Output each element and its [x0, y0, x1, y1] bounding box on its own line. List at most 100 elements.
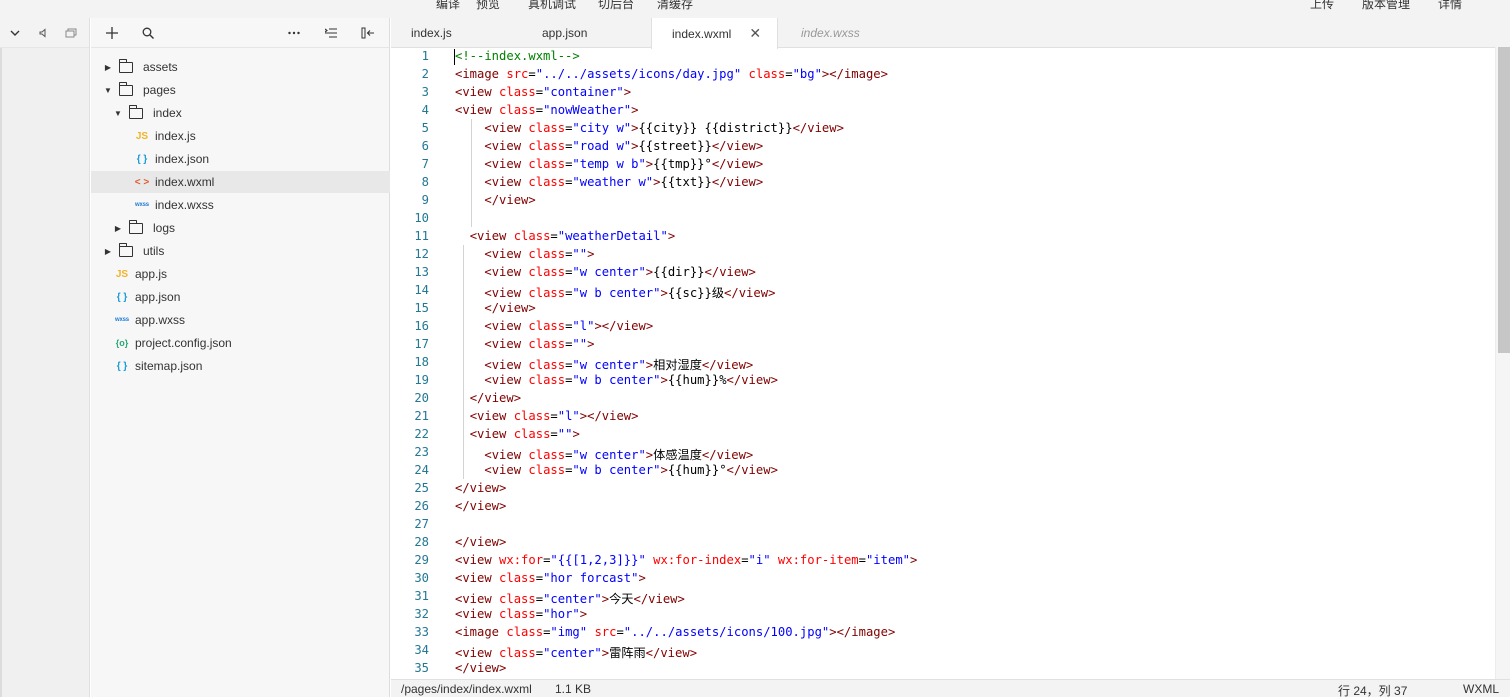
tree-item[interactable]: { } sitemap.json: [91, 355, 390, 377]
tree-item[interactable]: JS app.js: [91, 263, 390, 285]
tree-item[interactable]: ▶ logs: [91, 217, 390, 239]
code-line[interactable]: </view>: [455, 391, 521, 405]
line-number: 9: [421, 193, 429, 207]
simulator-divider: [0, 48, 2, 697]
line-number: 2: [421, 67, 429, 81]
line-number: 11: [414, 229, 429, 243]
close-icon[interactable]: ✕: [749, 25, 761, 42]
tree-item[interactable]: ▶ assets: [91, 56, 390, 78]
plus-icon[interactable]: [103, 24, 121, 42]
menu-upload[interactable]: 上传: [1310, 0, 1334, 12]
code-area[interactable]: 1 <!--index.wxml--> 2 <image src="../../ass…: [391, 47, 1495, 679]
caret-down-icon[interactable]: ▼: [113, 109, 123, 118]
tree-item[interactable]: wxss app.wxss: [91, 309, 390, 331]
code-line[interactable]: <view class="l"></view>: [455, 409, 639, 423]
scrollbar-thumb[interactable]: [1498, 47, 1510, 353]
code-line[interactable]: <view class="">: [455, 247, 594, 261]
tree-item[interactable]: { } app.json: [91, 286, 390, 308]
code-line[interactable]: <view class="w b center">{{hum}}°</view>: [455, 463, 778, 477]
line-number: 33: [414, 625, 429, 639]
code-line[interactable]: <view class="">: [455, 337, 594, 351]
line-number: 18: [414, 355, 429, 369]
menu-clear-cache[interactable]: 清缓存: [657, 0, 693, 12]
status-file-path: /pages/index/index.wxml: [401, 682, 532, 696]
code-line[interactable]: <image src="../../assets/icons/day.jpg" …: [455, 67, 888, 81]
tree-item[interactable]: {o} project.config.json: [91, 332, 390, 354]
caret-right-icon[interactable]: ▶: [103, 63, 113, 72]
line-number: 28: [414, 535, 429, 549]
menu-device-debug[interactable]: 真机调试: [528, 0, 576, 12]
vertical-scrollbar[interactable]: [1495, 47, 1510, 679]
tree-item[interactable]: < > index.wxml: [91, 171, 390, 193]
caret-down-icon[interactable]: ▼: [103, 86, 113, 95]
tab-index-wxml[interactable]: index.wxml ✕: [651, 18, 778, 49]
caret-right-icon[interactable]: ▶: [103, 247, 113, 256]
tab-index-js[interactable]: index.js: [411, 18, 452, 48]
more-icon[interactable]: [285, 24, 303, 42]
status-cursor-position[interactable]: 行 24，列 37: [1338, 682, 1407, 699]
code-line[interactable]: <view class="temp w b">{{tmp}}°</view>: [455, 157, 763, 171]
tab-index-wxss[interactable]: index.wxss: [801, 18, 860, 48]
tree-item-label: assets: [143, 60, 178, 74]
caret-right-icon[interactable]: ▶: [113, 224, 123, 233]
tree-item[interactable]: JS index.js: [91, 125, 390, 147]
code-line[interactable]: <view class="hor forcast">: [455, 571, 646, 585]
code-line[interactable]: <view class="w center">相对湿度</view>: [455, 355, 753, 373]
line-number: 1: [421, 49, 429, 63]
window-icon[interactable]: [62, 24, 80, 42]
tab-label: index.wxss: [801, 26, 860, 40]
code-line[interactable]: <view class="center">雷阵雨</view>: [455, 643, 697, 661]
folder-icon: [119, 58, 133, 73]
tree-item-label: app.json: [135, 290, 181, 304]
search-icon[interactable]: [139, 24, 157, 42]
tree-item-label: app.wxss: [135, 313, 186, 327]
tree-item[interactable]: ▶ utils: [91, 240, 390, 262]
code-line[interactable]: </view>: [455, 535, 506, 549]
menu-details[interactable]: 详情: [1438, 0, 1462, 12]
tree-item-label: pages: [143, 83, 176, 97]
line-number: 25: [414, 481, 429, 495]
code-line[interactable]: <!--index.wxml-->: [455, 49, 580, 63]
menu-background[interactable]: 切后台: [598, 0, 634, 12]
file-explorer: ▶ assets ▼ pages ▼ index JS index.js { } index.js…: [91, 18, 390, 697]
tree-item[interactable]: wxss index.wxss: [91, 194, 390, 216]
wxss-file-icon: wxss: [115, 317, 129, 323]
code-line[interactable]: <image class="img" src="../../assets/ico…: [455, 625, 895, 639]
code-line[interactable]: <view class="container">: [455, 85, 631, 99]
menu-compile[interactable]: 编译: [436, 0, 460, 12]
code-line[interactable]: </view>: [455, 481, 506, 495]
code-line[interactable]: <view class="center">今天</view>: [455, 589, 685, 607]
code-line[interactable]: <view class="l"></view>: [455, 319, 653, 333]
code-line[interactable]: <view class="nowWeather">: [455, 103, 638, 117]
code-line[interactable]: <view class="w b center">{{hum}}%</view>: [455, 373, 778, 387]
tree-item[interactable]: ▼ pages: [91, 79, 390, 101]
code-line[interactable]: </view>: [455, 499, 506, 513]
tree-item[interactable]: ▼ index: [91, 102, 390, 124]
line-number: 20: [414, 391, 429, 405]
code-line[interactable]: <view wx:for="{{[1,2,3]}}" wx:for-index=…: [455, 553, 917, 567]
speaker-icon[interactable]: [34, 24, 52, 42]
code-line[interactable]: <view class="hor">: [455, 607, 587, 621]
menu-version-manage[interactable]: 版本管理: [1362, 0, 1410, 12]
code-line[interactable]: </view>: [455, 661, 506, 675]
code-line[interactable]: <view class="weather w">{{txt}}</view>: [455, 175, 763, 189]
code-line[interactable]: </view>: [455, 193, 535, 207]
tab-app-json[interactable]: app.json: [542, 18, 587, 48]
code-line[interactable]: <view class="w b center">{{sc}}级</view>: [455, 283, 775, 301]
chevron-down-icon[interactable]: [6, 24, 24, 42]
code-line[interactable]: <view class="weatherDetail">: [455, 229, 675, 243]
tree-item-label: utils: [143, 244, 165, 258]
code-line[interactable]: <view class="w center">体感温度</view>: [455, 445, 753, 463]
status-language[interactable]: WXML: [1463, 682, 1499, 696]
menu-preview[interactable]: 预览: [476, 0, 500, 12]
code-line[interactable]: <view class="road w">{{street}}</view>: [455, 139, 763, 153]
code-line[interactable]: <view class="city w">{{city}} {{district…: [455, 121, 844, 135]
code-line[interactable]: <view class="">: [455, 427, 580, 441]
tree-item-label: index.wxss: [155, 198, 214, 212]
outline-icon[interactable]: [322, 24, 340, 42]
code-line[interactable]: <view class="w center">{{dir}}</view>: [455, 265, 756, 279]
tab-label: index.js: [411, 26, 452, 40]
tree-item[interactable]: { } index.json: [91, 148, 390, 170]
code-line[interactable]: </view>: [455, 301, 535, 315]
collapse-icon[interactable]: [359, 24, 377, 42]
